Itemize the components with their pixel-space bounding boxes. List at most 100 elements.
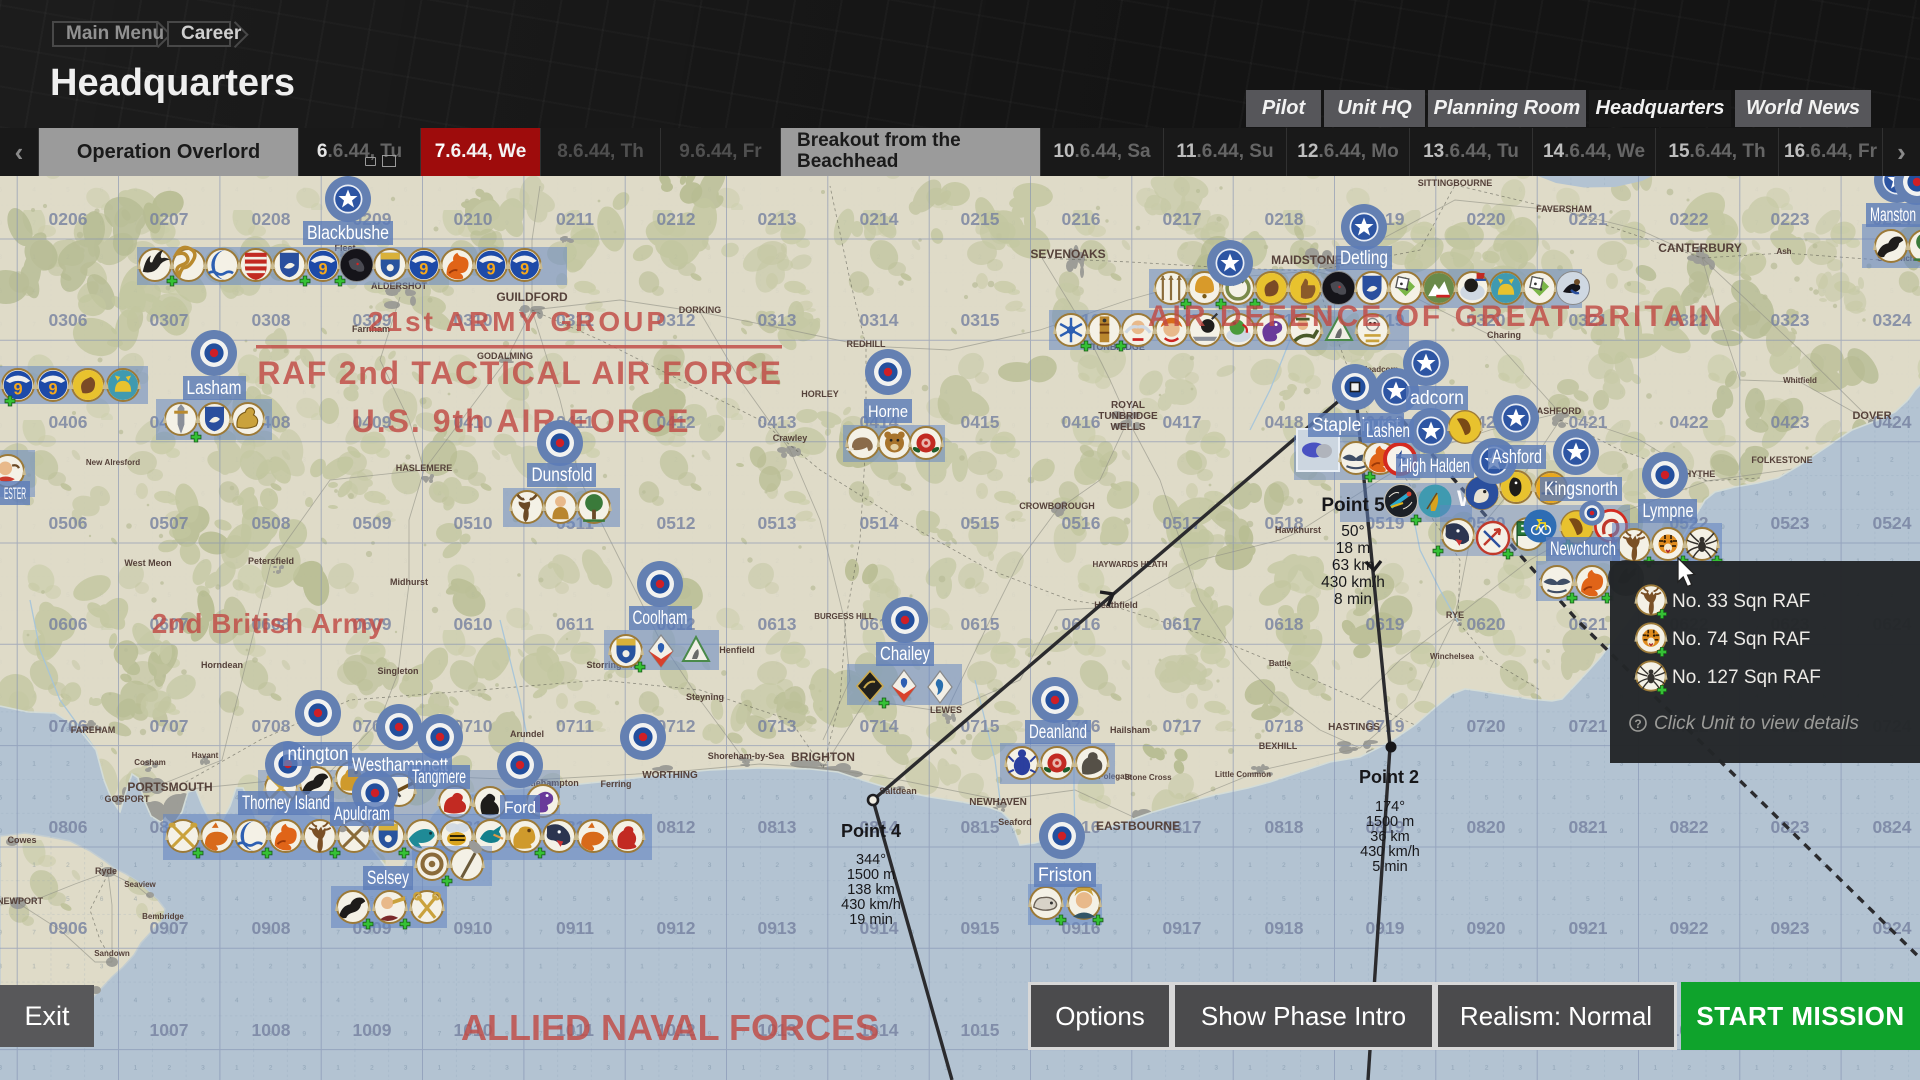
svg-text:Ash: Ash bbox=[1776, 247, 1791, 256]
svg-text:0509: 0509 bbox=[353, 513, 392, 533]
svg-text:Hawkhurst: Hawkhurst bbox=[1275, 525, 1321, 535]
svg-text:1008: 1008 bbox=[252, 1020, 291, 1040]
svg-text:Crawley: Crawley bbox=[773, 433, 808, 443]
svg-text:Cosham: Cosham bbox=[134, 758, 166, 767]
svg-text:0207: 0207 bbox=[150, 209, 189, 229]
svg-text:FAVERSHAM: FAVERSHAM bbox=[1536, 204, 1592, 214]
svg-text:GOSPORT: GOSPORT bbox=[104, 794, 150, 804]
svg-text:0423: 0423 bbox=[1771, 412, 1810, 432]
svg-text:0415: 0415 bbox=[961, 412, 1000, 432]
svg-text:Seaford: Seaford bbox=[998, 817, 1032, 827]
svg-text:0915: 0915 bbox=[961, 918, 1000, 938]
svg-text:0616: 0616 bbox=[1062, 614, 1101, 634]
svg-text:1500 m: 1500 m bbox=[847, 867, 895, 883]
svg-text:0620: 0620 bbox=[1467, 614, 1506, 634]
svg-text:0406: 0406 bbox=[49, 412, 88, 432]
svg-text:HASLEMERE: HASLEMERE bbox=[396, 463, 453, 473]
svg-text:0417: 0417 bbox=[1163, 412, 1202, 432]
svg-text:0907: 0907 bbox=[150, 918, 189, 938]
svg-text:Selsey: Selsey bbox=[367, 868, 409, 889]
svg-text:Point 5: Point 5 bbox=[1321, 495, 1385, 516]
svg-text:Little Common: Little Common bbox=[1215, 770, 1271, 779]
svg-text:Lashen: Lashen bbox=[1366, 421, 1410, 442]
svg-text:0922: 0922 bbox=[1670, 918, 1709, 938]
svg-text:PORTSMOUTH: PORTSMOUTH bbox=[127, 780, 212, 794]
svg-text:LEWES: LEWES bbox=[930, 705, 962, 715]
svg-text:BEXHILL: BEXHILL bbox=[1259, 741, 1298, 751]
svg-text:BRIGHTON: BRIGHTON bbox=[791, 750, 855, 764]
svg-text:Ashford: Ashford bbox=[1492, 447, 1542, 468]
svg-text:0618: 0618 bbox=[1265, 614, 1304, 634]
svg-text:Shoreham-by-Sea: Shoreham-by-Sea bbox=[708, 751, 786, 761]
svg-text:Henfield: Henfield bbox=[719, 645, 755, 655]
svg-text:1007: 1007 bbox=[150, 1020, 189, 1040]
svg-text:Horndean: Horndean bbox=[201, 660, 243, 670]
svg-text:0823: 0823 bbox=[1771, 817, 1810, 837]
svg-text:174°: 174° bbox=[1375, 799, 1405, 815]
svg-text:0216: 0216 bbox=[1062, 209, 1101, 229]
svg-text:0507: 0507 bbox=[150, 513, 189, 533]
svg-text:430 km/h: 430 km/h bbox=[841, 897, 901, 913]
svg-text:0515: 0515 bbox=[961, 513, 1000, 533]
svg-text:Ryde: Ryde bbox=[95, 866, 117, 876]
svg-text:Sandown: Sandown bbox=[94, 949, 130, 958]
svg-text:0611: 0611 bbox=[556, 614, 594, 634]
svg-text:0508: 0508 bbox=[252, 513, 291, 533]
svg-text:50°: 50° bbox=[1341, 523, 1364, 540]
svg-text:0514: 0514 bbox=[860, 513, 899, 533]
svg-text:Chailey: Chailey bbox=[880, 644, 930, 665]
svg-text:NEWHAVEN: NEWHAVEN bbox=[969, 797, 1027, 808]
svg-text:NEWPORT: NEWPORT bbox=[0, 896, 44, 906]
svg-text:18 m: 18 m bbox=[1336, 540, 1370, 557]
svg-text:0707: 0707 bbox=[150, 716, 189, 736]
svg-text:1500 m: 1500 m bbox=[1366, 814, 1414, 830]
svg-text:SEVENOAKS: SEVENOAKS bbox=[1030, 247, 1105, 261]
svg-text:HASTINGS: HASTINGS bbox=[1328, 722, 1380, 733]
svg-text:HORLEY: HORLEY bbox=[801, 389, 839, 399]
svg-text:DORKING: DORKING bbox=[679, 305, 722, 315]
svg-text:0214: 0214 bbox=[860, 209, 899, 229]
svg-text:Steyning: Steyning bbox=[686, 692, 724, 702]
svg-text:0818: 0818 bbox=[1265, 817, 1304, 837]
svg-text:0218: 0218 bbox=[1265, 209, 1304, 229]
svg-text:0619: 0619 bbox=[1366, 614, 1405, 634]
svg-text:No. 74 Sqn RAF: No. 74 Sqn RAF bbox=[1672, 629, 1810, 650]
svg-text:0822: 0822 bbox=[1670, 817, 1709, 837]
svg-text:West Meon: West Meon bbox=[124, 558, 171, 568]
svg-text:0606: 0606 bbox=[49, 614, 88, 634]
svg-text:0208: 0208 bbox=[252, 209, 291, 229]
svg-text:344°: 344° bbox=[856, 852, 886, 868]
svg-text:430 km/h: 430 km/h bbox=[1360, 844, 1420, 860]
svg-text:0815: 0815 bbox=[961, 817, 1000, 837]
svg-text:0315: 0315 bbox=[961, 310, 1000, 330]
svg-text:0806: 0806 bbox=[49, 817, 88, 837]
svg-text:0222: 0222 bbox=[1670, 209, 1709, 229]
svg-text:2nd British Army: 2nd British Army bbox=[152, 608, 385, 639]
svg-text:ROYAL: ROYAL bbox=[1111, 400, 1145, 411]
svg-text:AIR DEFENCE OF GREAT BRITAIN: AIR DEFENCE OF GREAT BRITAIN bbox=[1148, 300, 1724, 333]
svg-text:HYTHE: HYTHE bbox=[1685, 469, 1716, 479]
svg-text:0323: 0323 bbox=[1771, 310, 1810, 330]
svg-text:0910: 0910 bbox=[454, 918, 493, 938]
svg-text:RAF 2nd TACTICAL AIR FORCE: RAF 2nd TACTICAL AIR FORCE bbox=[257, 355, 782, 391]
svg-text:0717: 0717 bbox=[1163, 716, 1202, 736]
svg-text:0921: 0921 bbox=[1569, 918, 1608, 938]
svg-text:No. 127 Sqn RAF: No. 127 Sqn RAF bbox=[1672, 667, 1821, 688]
svg-text:Ford: Ford bbox=[504, 798, 536, 817]
svg-text:MAIDSTONE: MAIDSTONE bbox=[1271, 253, 1343, 267]
svg-text:0510: 0510 bbox=[454, 513, 493, 533]
svg-text:5 min: 5 min bbox=[1372, 859, 1407, 875]
svg-text:63 km: 63 km bbox=[1332, 557, 1374, 574]
svg-text:Newchurch: Newchurch bbox=[1550, 539, 1616, 560]
svg-text:REDHILL: REDHILL bbox=[847, 339, 886, 349]
svg-text:0924: 0924 bbox=[1873, 918, 1912, 938]
svg-text:0512: 0512 bbox=[657, 513, 696, 533]
svg-text:0713: 0713 bbox=[758, 716, 797, 736]
svg-text:0918: 0918 bbox=[1265, 918, 1304, 938]
svg-text:0413: 0413 bbox=[758, 412, 797, 432]
svg-text:19 min: 19 min bbox=[849, 912, 893, 928]
svg-text:0516: 0516 bbox=[1062, 513, 1101, 533]
svg-text:New Alresford: New Alresford bbox=[86, 458, 140, 467]
svg-text:0721: 0721 bbox=[1569, 716, 1608, 736]
svg-text:0911: 0911 bbox=[556, 918, 594, 938]
